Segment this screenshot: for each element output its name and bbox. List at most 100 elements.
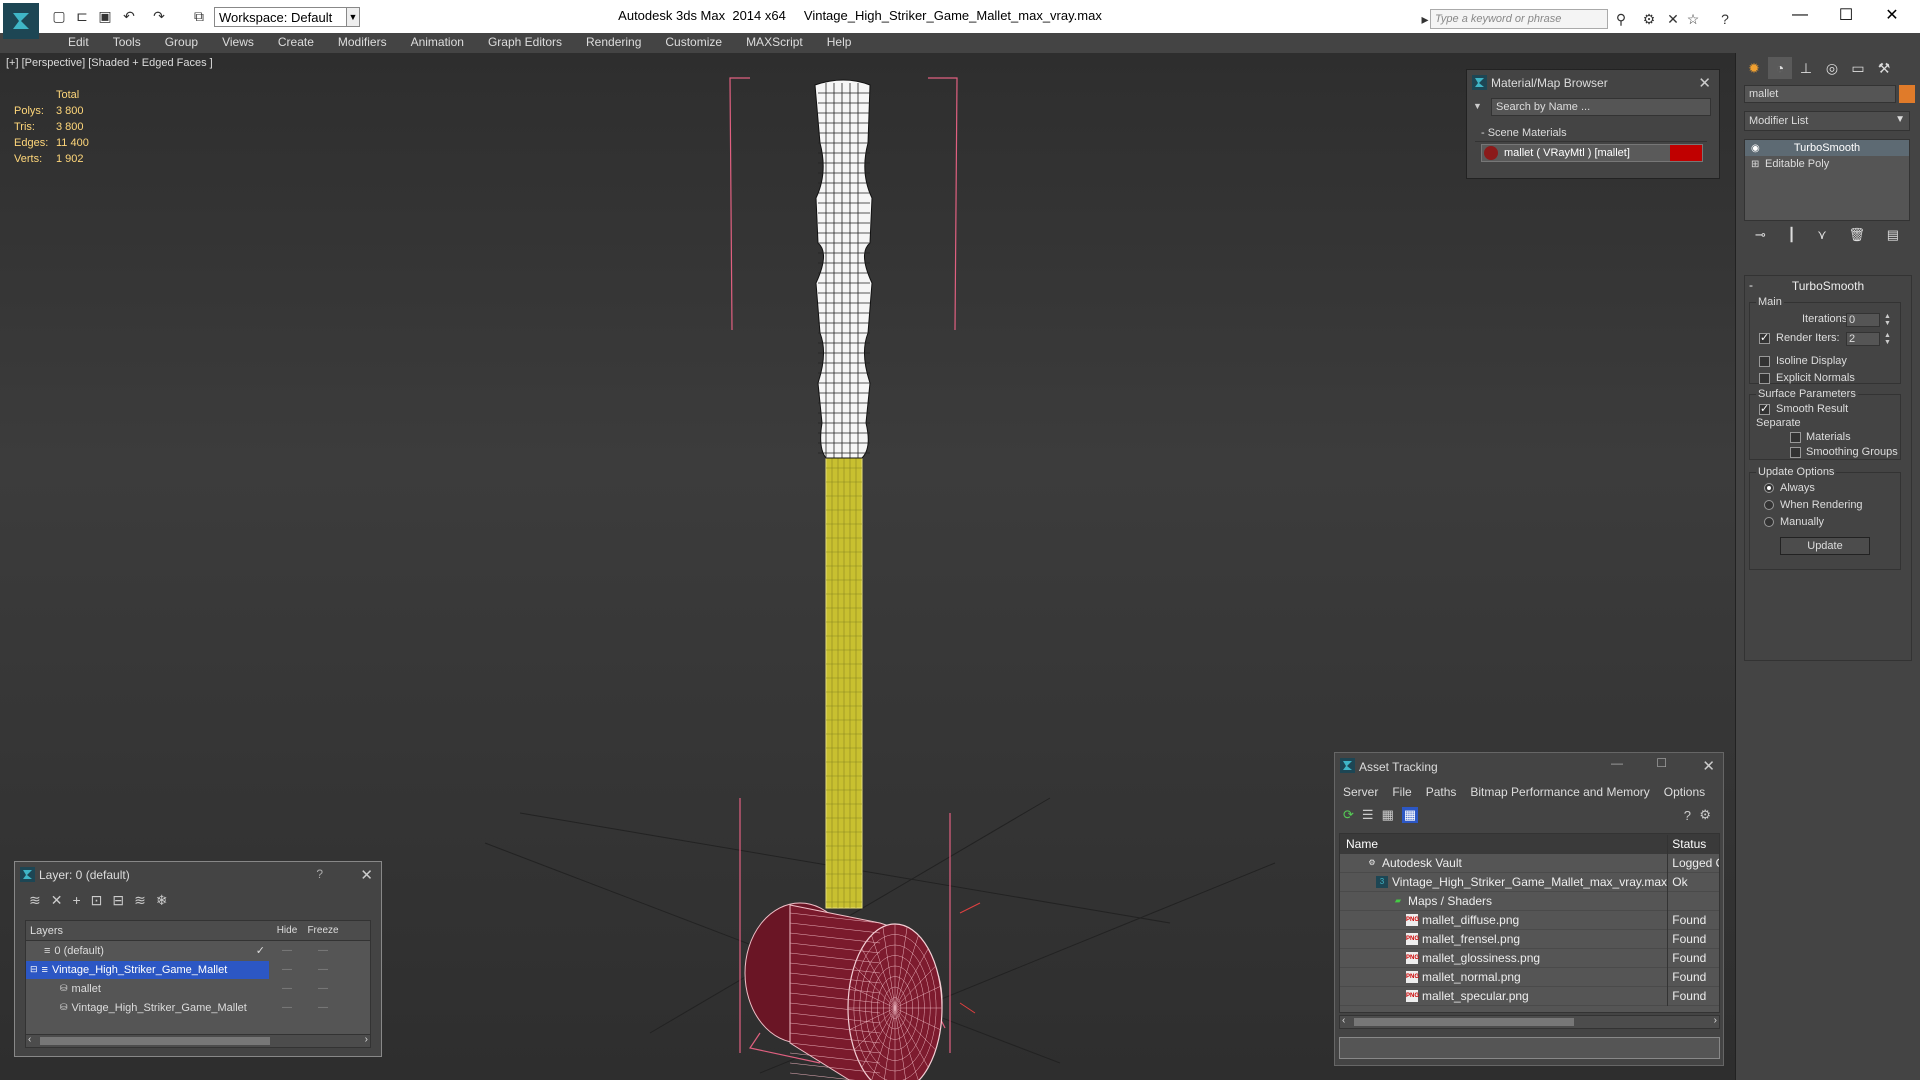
asset-row[interactable]: PNG mallet_frensel.png Found bbox=[1340, 929, 1719, 949]
col-freeze[interactable]: Freeze bbox=[305, 925, 341, 936]
hide-toggle[interactable]: — bbox=[269, 983, 305, 994]
help-icon[interactable]: ? bbox=[1684, 808, 1691, 823]
close-button[interactable]: ✕ bbox=[1869, 3, 1915, 27]
expand-plus-icon[interactable]: ⊞ bbox=[1751, 159, 1759, 170]
turbosmooth-rollout-header[interactable]: - TurboSmooth bbox=[1745, 276, 1911, 296]
list-view-icon[interactable]: ☰ bbox=[1362, 807, 1374, 823]
asset-row[interactable]: 3 Vintage_High_Striker_Game_Mallet_max_vr… bbox=[1340, 872, 1719, 892]
favorites-star-icon[interactable]: ☆ bbox=[1684, 10, 1702, 28]
freeze-toggle[interactable]: — bbox=[305, 945, 341, 956]
scroll-right-icon[interactable]: › bbox=[365, 1034, 368, 1045]
spinner-arrows-icon[interactable]: ▲ ▼ bbox=[1884, 313, 1891, 327]
menu-group[interactable]: Group bbox=[153, 33, 210, 53]
table-view-icon[interactable]: ▦ bbox=[1401, 807, 1419, 823]
stack-item-turbosmooth[interactable]: ◉ TurboSmooth bbox=[1745, 140, 1909, 156]
scroll-thumb[interactable] bbox=[40, 1037, 270, 1045]
lightbulb-icon[interactable]: ◉ bbox=[1751, 143, 1760, 154]
close-icon[interactable]: ✕ bbox=[1698, 74, 1711, 92]
explicit-normals-checkbox[interactable] bbox=[1759, 373, 1770, 384]
communication-icon[interactable]: ✕ bbox=[1664, 10, 1682, 28]
horizontal-scrollbar[interactable]: ‹ › bbox=[25, 1034, 371, 1048]
viewport-label[interactable]: [+] [Perspective] [Shaded + Edged Faces … bbox=[6, 57, 213, 69]
object-color-swatch[interactable] bbox=[1899, 85, 1915, 103]
help-icon[interactable]: ? bbox=[316, 867, 323, 881]
search-input[interactable]: Type a keyword or phrase bbox=[1430, 9, 1608, 29]
motion-tab-icon[interactable]: ◎ bbox=[1820, 57, 1844, 79]
smoothing-groups-checkbox[interactable] bbox=[1790, 447, 1801, 458]
help-icon[interactable]: ? bbox=[1716, 10, 1734, 28]
maximize-icon[interactable]: ☐ bbox=[1656, 756, 1667, 770]
scroll-right-icon[interactable]: › bbox=[1714, 1015, 1717, 1026]
hide-toggle[interactable]: — bbox=[269, 964, 305, 975]
minimize-button[interactable]: — bbox=[1777, 3, 1823, 27]
scene-materials-section[interactable]: - Scene Materials bbox=[1475, 124, 1707, 142]
highlight-layer-icon[interactable]: ⊟ bbox=[112, 892, 124, 909]
expand-icon[interactable]: ⊟ bbox=[30, 964, 38, 975]
tree-view-icon[interactable]: ▦ bbox=[1382, 807, 1394, 823]
subscription-icon[interactable]: ⚙ bbox=[1640, 10, 1658, 28]
minimize-icon[interactable]: — bbox=[1611, 756, 1623, 770]
material-item-mallet[interactable]: mallet ( VRayMtl ) [mallet] bbox=[1481, 144, 1703, 162]
freeze-toggle[interactable]: — bbox=[305, 983, 341, 994]
layer-row[interactable]: ⛁ mallet — — bbox=[26, 979, 370, 998]
maximize-button[interactable]: ☐ bbox=[1823, 3, 1869, 27]
close-icon[interactable]: ✕ bbox=[1702, 757, 1715, 775]
material-browser-header[interactable]: Material/Map Browser ✕ bbox=[1467, 70, 1719, 96]
make-unique-icon[interactable]: ⋎ bbox=[1817, 227, 1827, 247]
scroll-left-icon[interactable]: ‹ bbox=[28, 1034, 31, 1045]
spinner-arrows-icon[interactable]: ▲ ▼ bbox=[1884, 332, 1891, 346]
menu-create[interactable]: Create bbox=[266, 33, 326, 53]
render-iters-checkbox[interactable] bbox=[1759, 331, 1770, 344]
col-hide[interactable]: Hide bbox=[269, 925, 305, 936]
asset-row[interactable]: PNG mallet_diffuse.png Found bbox=[1340, 910, 1719, 930]
modify-tab-icon[interactable]: ◔ bbox=[1768, 57, 1792, 79]
show-end-result-icon[interactable]: ┃ bbox=[1788, 227, 1796, 247]
menu-server[interactable]: Server bbox=[1343, 785, 1378, 799]
asset-row[interactable]: ⚙ Autodesk Vault Logged O bbox=[1340, 853, 1719, 873]
layer-row[interactable]: ⛁ Vintage_High_Striker_Game_Mallet — — bbox=[26, 998, 370, 1017]
menu-bitmap-performance[interactable]: Bitmap Performance and Memory bbox=[1470, 785, 1649, 799]
binoculars-icon[interactable]: ⚲ bbox=[1612, 10, 1630, 28]
layer-row[interactable]: ≡ 0 (default) ✓ — — bbox=[26, 941, 370, 960]
remove-modifier-icon[interactable]: 🗑 bbox=[1849, 227, 1866, 247]
hide-all-icon[interactable]: ≋ bbox=[134, 892, 146, 909]
create-layer-icon[interactable]: ≋ bbox=[29, 892, 41, 909]
stack-item-editable-poly[interactable]: ⊞ Editable Poly bbox=[1745, 156, 1909, 172]
menu-modifiers[interactable]: Modifiers bbox=[326, 33, 399, 53]
utilities-tab-icon[interactable]: ⚒ bbox=[1872, 57, 1896, 79]
material-search-input[interactable]: Search by Name ... bbox=[1491, 98, 1711, 116]
menu-help[interactable]: Help bbox=[815, 33, 864, 53]
col-name[interactable]: Name bbox=[1340, 834, 1669, 854]
pin-stack-icon[interactable]: ⊸ bbox=[1755, 227, 1766, 247]
hide-toggle[interactable]: — bbox=[269, 1002, 305, 1013]
asset-row[interactable]: PNG mallet_specular.png Found bbox=[1340, 986, 1719, 1006]
create-tab-icon[interactable]: ✹ bbox=[1742, 57, 1766, 79]
object-name-field[interactable]: mallet bbox=[1744, 85, 1896, 103]
add-to-layer-icon[interactable]: + bbox=[72, 892, 80, 908]
horizontal-scrollbar[interactable]: ‹ › bbox=[1339, 1015, 1720, 1029]
asset-row[interactable]: ▰ Maps / Shaders bbox=[1340, 891, 1719, 911]
delete-layer-icon[interactable]: ✕ bbox=[51, 892, 63, 909]
hide-toggle[interactable]: — bbox=[269, 945, 305, 956]
select-objects-icon[interactable]: ⊡ bbox=[91, 892, 103, 909]
manually-radio[interactable] bbox=[1764, 517, 1774, 527]
menu-views[interactable]: Views bbox=[210, 33, 266, 53]
asset-row[interactable]: PNG mallet_glossiness.png Found bbox=[1340, 948, 1719, 968]
freeze-all-icon[interactable]: ❄ bbox=[156, 892, 168, 909]
scroll-thumb[interactable] bbox=[1354, 1018, 1574, 1026]
layer-row-selected[interactable]: ⊟ ≡ Vintage_High_Striker_Game_Mallet — — bbox=[26, 960, 370, 979]
close-icon[interactable]: ✕ bbox=[360, 866, 373, 884]
isoline-checkbox[interactable] bbox=[1759, 356, 1770, 367]
iterations-spinner[interactable]: 0 bbox=[1846, 313, 1880, 327]
when-rendering-radio[interactable] bbox=[1764, 500, 1774, 510]
smooth-result-checkbox[interactable] bbox=[1759, 402, 1770, 415]
menu-rendering[interactable]: Rendering bbox=[574, 33, 653, 53]
menu-tools[interactable]: Tools bbox=[101, 33, 153, 53]
update-button[interactable]: Update bbox=[1780, 537, 1870, 555]
asset-row[interactable]: PNG mallet_normal.png Found bbox=[1340, 967, 1719, 987]
asset-path-field[interactable] bbox=[1339, 1037, 1720, 1059]
render-iters-spinner[interactable]: 2 bbox=[1846, 332, 1880, 346]
menu-customize[interactable]: Customize bbox=[653, 33, 734, 53]
always-radio[interactable] bbox=[1764, 483, 1774, 493]
display-tab-icon[interactable]: ▭ bbox=[1846, 57, 1870, 79]
